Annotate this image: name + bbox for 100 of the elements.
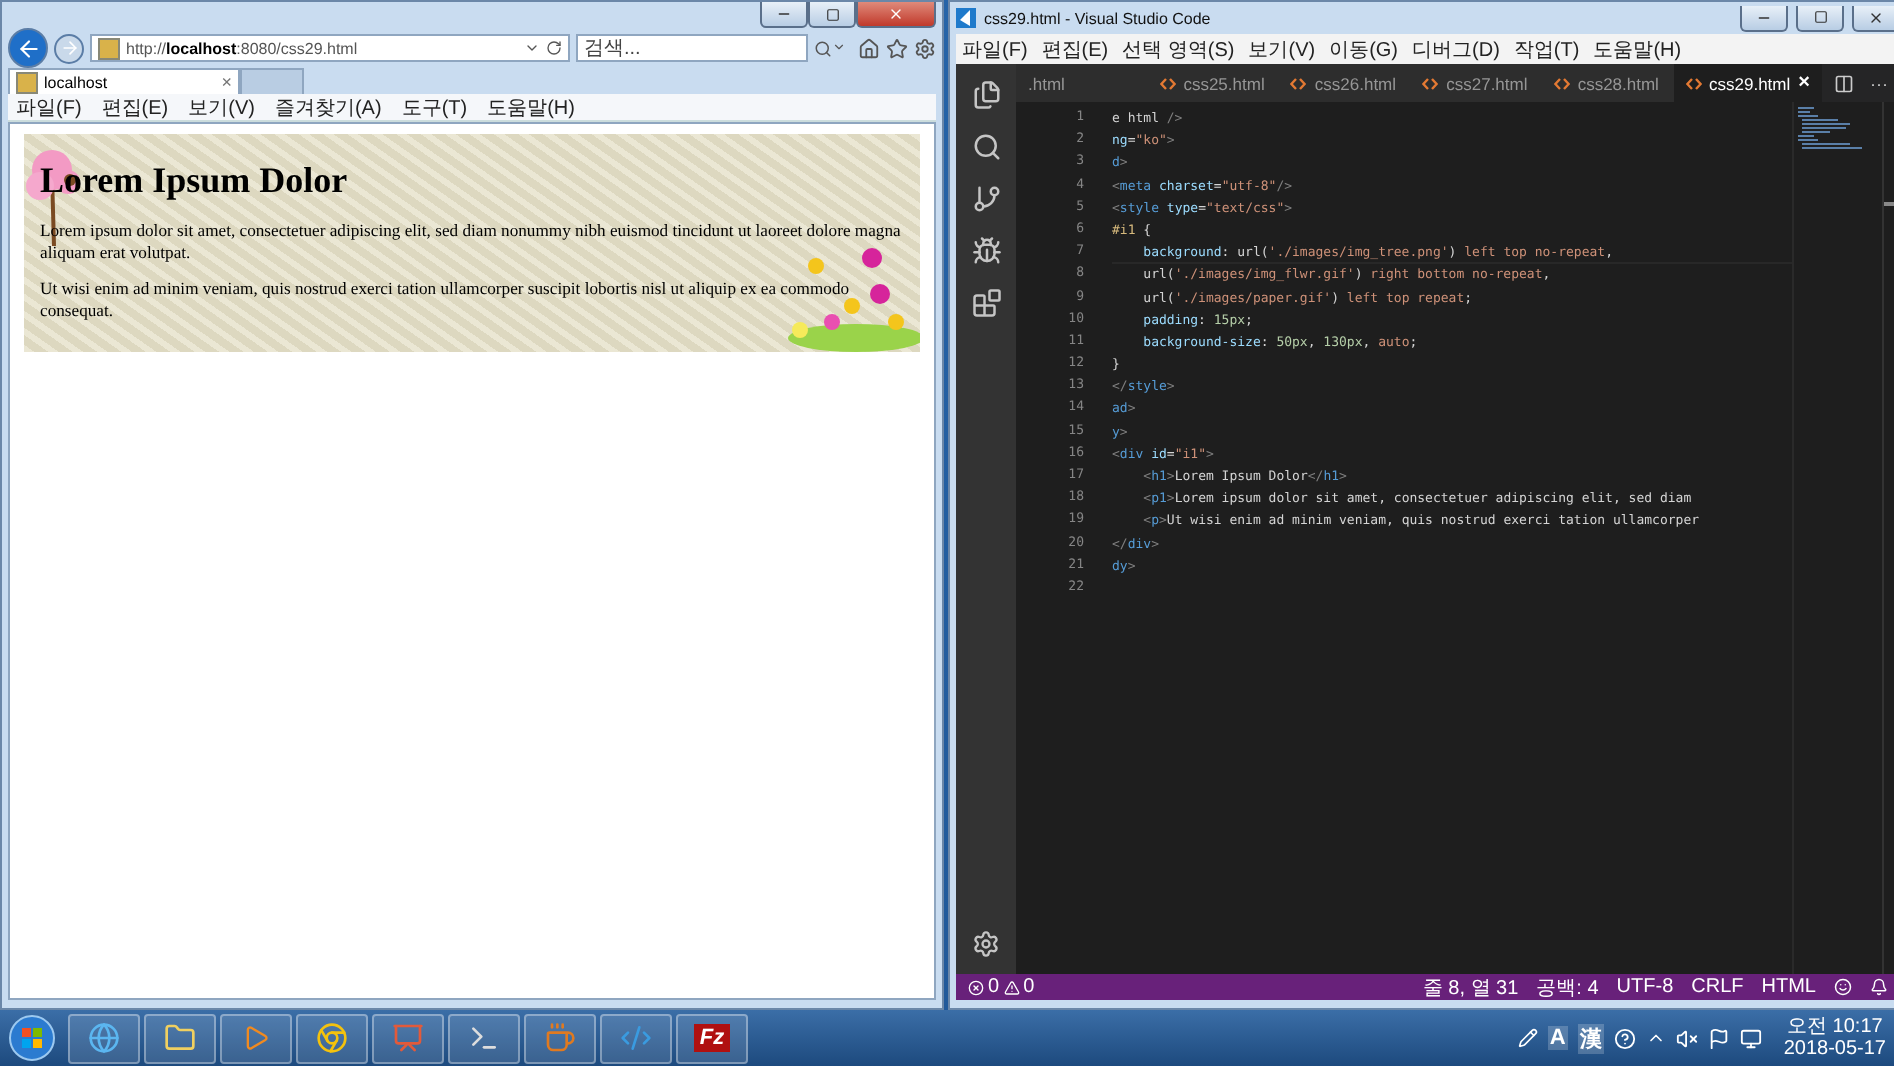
monitor-icon[interactable] — [1739, 1027, 1762, 1049]
menu-item[interactable]: 파일(F) — [16, 93, 82, 121]
status-item[interactable]: CRLF — [1691, 976, 1744, 998]
editor-tab[interactable]: css25.html — [1147, 64, 1279, 102]
menu-item[interactable]: 편집(E) — [101, 93, 169, 121]
close-button[interactable] — [856, 2, 936, 28]
close-icon — [888, 6, 904, 22]
pencil-icon[interactable] — [1517, 1028, 1538, 1048]
home-button[interactable] — [858, 37, 880, 59]
back-arrow-icon — [15, 35, 41, 61]
menu-item[interactable]: 도구(T) — [401, 93, 468, 121]
menu-item[interactable]: 도움말(H) — [487, 93, 575, 121]
circle-logo-icon — [316, 1022, 348, 1054]
search-button[interactable] — [814, 39, 846, 57]
files-icon[interactable] — [971, 80, 1001, 110]
favorites-button[interactable] — [886, 37, 908, 59]
settings-icon[interactable] — [972, 930, 1000, 958]
help-icon[interactable] — [1613, 1027, 1636, 1049]
maximize-icon — [825, 7, 839, 21]
bell-icon[interactable] — [1870, 978, 1888, 996]
start-button[interactable] — [8, 1014, 56, 1062]
play-icon — [242, 1024, 270, 1052]
page-paragraph: Ut wisi enim ad minim veniam, quis nostrud exerci tation ullamcorper suscipit lobortis nisl ut aliquip ex ea commodo consequat. — [40, 278, 852, 322]
minimize-button[interactable] — [760, 2, 808, 28]
ime-key[interactable]: A — [1547, 1026, 1568, 1050]
minimap-drawing — [1798, 106, 1862, 154]
menu-item[interactable]: 편집(E) — [1041, 35, 1109, 63]
chevron-down-icon — [832, 39, 846, 53]
forward-arrow-icon — [59, 38, 79, 58]
terminal-icon — [468, 1022, 500, 1054]
error-icon — [968, 979, 984, 995]
menu-item[interactable]: 이동(G) — [1329, 35, 1399, 63]
taskbar-app[interactable] — [600, 1013, 672, 1063]
presentation-icon — [392, 1022, 424, 1054]
warning-icon — [1003, 979, 1020, 995]
window-title: css29.html - Visual Studio Code — [984, 9, 1213, 27]
warning-count[interactable]: 0 — [1023, 976, 1035, 998]
globe-icon — [88, 1022, 120, 1054]
settings-button[interactable] — [914, 37, 936, 59]
clock[interactable]: 오전 10:17 2018-05-17 — [1783, 1016, 1886, 1060]
refresh-icon[interactable] — [546, 40, 562, 56]
error-count[interactable]: 0 — [988, 976, 1000, 998]
close-button[interactable] — [1852, 5, 1894, 31]
maximize-icon — [1813, 10, 1827, 24]
address-bar[interactable]: http://localhost:8080/css29.html — [90, 34, 570, 62]
editor-tab[interactable]: css26.html — [1278, 64, 1411, 102]
smiley-icon[interactable] — [1834, 978, 1852, 996]
muted-speaker-icon[interactable] — [1675, 1027, 1698, 1049]
editor-tab[interactable]: css28.html — [1541, 64, 1674, 102]
dropdown-icon[interactable] — [524, 40, 540, 56]
taskbar-app[interactable] — [68, 1013, 140, 1063]
taskbar-app[interactable] — [372, 1013, 444, 1063]
menu-item[interactable]: 보기(V) — [1248, 35, 1316, 63]
taskbar-app[interactable] — [296, 1013, 368, 1063]
folder-icon — [164, 1022, 196, 1054]
split-editor-icon[interactable] — [1833, 73, 1854, 93]
menu-item[interactable]: 작업(T) — [1513, 35, 1580, 63]
code-icon — [620, 1022, 652, 1054]
status-item[interactable]: 공백: 4 — [1536, 973, 1599, 1001]
branch-icon[interactable] — [971, 184, 1001, 214]
back-button[interactable] — [8, 28, 48, 68]
taskbar-app[interactable]: Fz — [676, 1013, 748, 1063]
status-item[interactable]: HTML — [1761, 976, 1816, 998]
search-icon — [814, 39, 832, 57]
maximize-button[interactable] — [808, 2, 856, 28]
menu-item[interactable]: 선택 영역(S) — [1122, 35, 1235, 63]
menu-item[interactable]: 파일(F) — [962, 35, 1028, 63]
minimize-button[interactable] — [1740, 5, 1788, 31]
menu-item[interactable]: 보기(V) — [188, 93, 255, 121]
ime-key[interactable]: 漢 — [1577, 1023, 1604, 1053]
taskbar-app[interactable] — [524, 1013, 596, 1063]
tab-close[interactable]: × — [1798, 72, 1810, 94]
blocks-icon[interactable] — [971, 288, 1001, 318]
menu-item[interactable]: 즐겨찾기(A) — [274, 93, 382, 121]
app-icon — [956, 8, 976, 28]
menu-item[interactable]: 디버그(D) — [1412, 35, 1500, 63]
search-icon[interactable] — [971, 132, 1001, 162]
close-icon — [1868, 9, 1884, 25]
settings-icon — [914, 37, 936, 59]
taskbar-app[interactable] — [448, 1013, 520, 1063]
more-button[interactable]: ··· — [1869, 73, 1888, 93]
bug-icon[interactable] — [971, 236, 1001, 266]
tab-close[interactable]: × — [221, 72, 232, 92]
status-item[interactable]: 줄 8, 열 31 — [1422, 973, 1519, 1001]
search-field[interactable]: 검색... — [576, 34, 808, 62]
coffee-cup-icon — [544, 1022, 576, 1054]
page-icon — [98, 37, 120, 59]
editor-tab[interactable]: css29.html × — [1673, 64, 1822, 102]
menu-item[interactable]: 도움말(H) — [1593, 35, 1682, 63]
browser-tab[interactable]: localhost × — [8, 68, 240, 94]
editor-tab[interactable]: css27.html — [1410, 64, 1542, 102]
flag-icon[interactable] — [1707, 1027, 1730, 1049]
forward-button[interactable] — [54, 33, 84, 63]
page-icon — [16, 71, 38, 93]
status-item[interactable]: UTF-8 — [1616, 976, 1674, 998]
taskbar-app[interactable] — [220, 1013, 292, 1063]
taskbar-app[interactable] — [144, 1013, 216, 1063]
maximize-button[interactable] — [1796, 5, 1844, 31]
editor-tab[interactable]: .html — [1016, 64, 1148, 102]
star-icon — [886, 37, 908, 59]
